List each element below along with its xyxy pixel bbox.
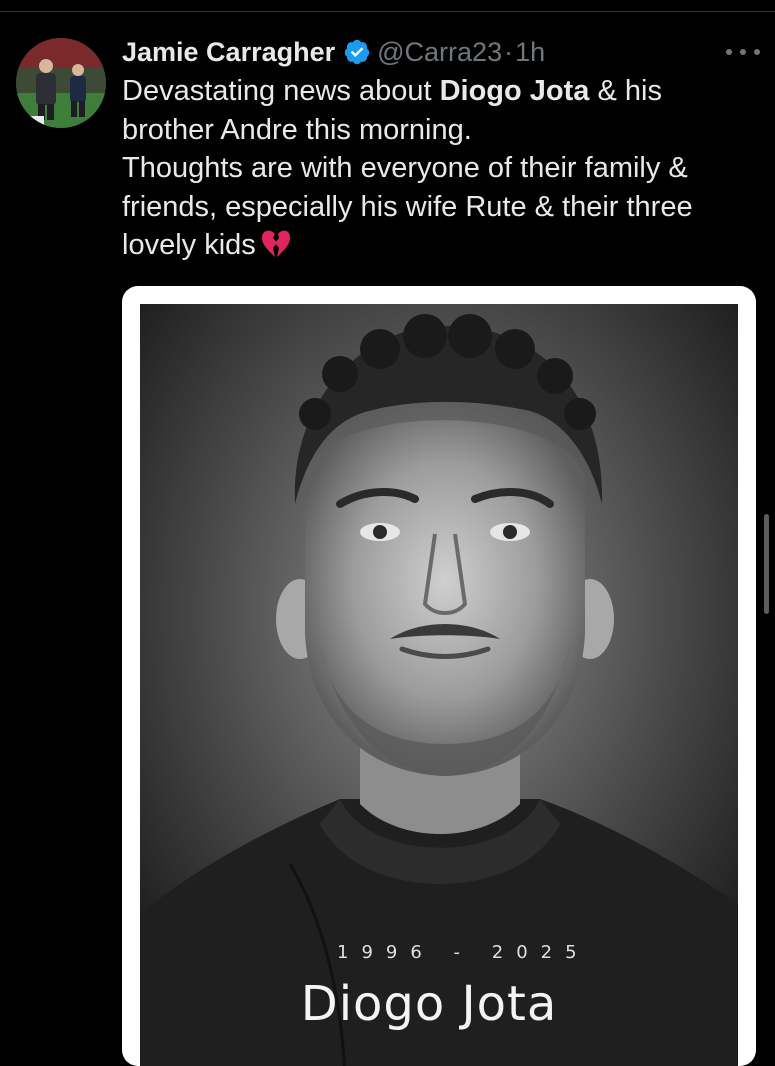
user-handle[interactable]: @Carra23 (377, 37, 502, 68)
scrollbar[interactable] (764, 514, 769, 614)
tweet-text-line: brother Andre this morning. (122, 113, 472, 146)
top-divider (0, 0, 775, 12)
mention-name: Diogo Jota (439, 75, 590, 107)
avatar-image (16, 38, 106, 128)
separator-dot: · (504, 36, 514, 67)
broken-heart-emoji-icon (261, 230, 290, 257)
tweet-header: Jamie Carragher @Carra23 · 1h (122, 32, 545, 72)
avatar[interactable] (16, 38, 106, 128)
more-options-icon[interactable] (726, 42, 760, 62)
life-years: 1996 - 2025 (337, 942, 590, 963)
timestamp[interactable]: 1h (515, 37, 545, 68)
tweet[interactable]: Jamie Carragher @Carra23 · 1h Devastatin… (0, 12, 775, 1066)
tweet-text-line: lovely kids (122, 226, 762, 265)
tweet-text-line: Devastating news about Diogo Jota & his (122, 75, 662, 107)
tweet-text-line: Thoughts are with everyone of their fami… (122, 152, 688, 184)
tweet-text: Devastating news about Diogo Jota & his … (122, 72, 762, 265)
verified-badge-icon[interactable] (343, 38, 371, 66)
tweet-text-line: friends, especially his wife Rute & thei… (122, 190, 693, 223)
media-image-card[interactable]: 1996 - 2025 Diogo Jota (122, 286, 756, 1066)
more-dot (754, 49, 760, 55)
display-name[interactable]: Jamie Carragher (122, 37, 335, 68)
more-dot (740, 49, 746, 55)
memorial-photo[interactable]: 1996 - 2025 Diogo Jota (140, 304, 738, 1066)
more-dot (726, 49, 732, 55)
